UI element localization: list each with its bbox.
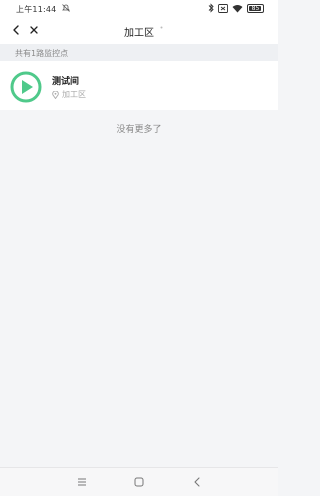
- sim-icon: [218, 3, 228, 13]
- monitor-location-label: 加工区: [62, 90, 86, 99]
- no-more-text: 没有更多了: [116, 125, 162, 135]
- monitor-list-item[interactable]: 测试间 加工区: [0, 61, 278, 110]
- status-time: 上午11:44: [16, 5, 57, 14]
- page-title: 加工区: [124, 28, 154, 39]
- bluetooth-icon: [208, 3, 214, 13]
- status-indicators: 85: [208, 3, 264, 13]
- wifi-icon: [232, 4, 243, 12]
- play-icon: [10, 71, 42, 103]
- location-pin-icon: [52, 90, 59, 99]
- monitor-count-text: 共有1路监控点: [15, 49, 69, 58]
- system-back-icon[interactable]: [191, 476, 203, 488]
- status-bar: 上午11:44 85: [0, 0, 278, 17]
- battery-icon: 85: [247, 3, 264, 13]
- nav-bar: 加工区: [0, 17, 278, 44]
- title-dot-icon: [160, 26, 163, 29]
- monitor-count-bar: 共有1路监控点: [0, 44, 278, 61]
- home-icon[interactable]: [133, 476, 145, 488]
- monitor-name: 测试间: [52, 77, 80, 87]
- system-navigation-bar: [0, 467, 278, 496]
- menu-icon[interactable]: [76, 476, 88, 488]
- monitor-location: 加工区: [52, 89, 86, 100]
- battery-level: 85: [251, 4, 260, 12]
- notifications-muted-icon: [62, 4, 70, 12]
